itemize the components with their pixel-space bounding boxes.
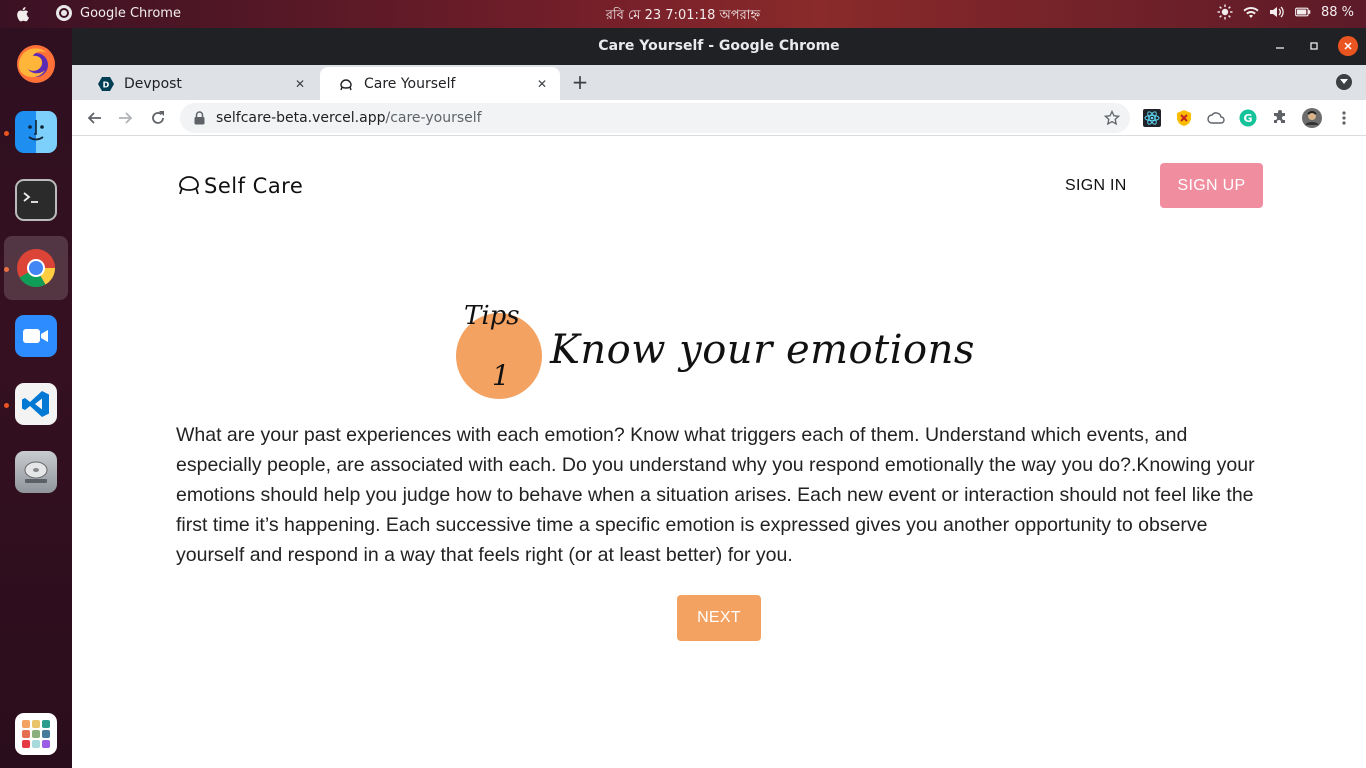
sign-in-button[interactable]: SIGN IN: [1065, 177, 1127, 195]
selfcare-icon: [176, 171, 202, 201]
back-icon[interactable]: [84, 108, 104, 128]
system-tray[interactable]: 88 %: [1217, 4, 1354, 20]
selfcare-icon: [338, 76, 354, 92]
tab-care-yourself[interactable]: Care Yourself ✕: [320, 67, 560, 100]
minimize-icon[interactable]: [1270, 36, 1290, 56]
close-tab-icon[interactable]: ✕: [292, 76, 308, 92]
react-devtools-icon[interactable]: [1142, 108, 1162, 128]
close-tab-icon[interactable]: ✕: [534, 76, 550, 92]
disk-icon: [15, 451, 57, 493]
wifi-icon: [1243, 4, 1259, 20]
grammarly-icon[interactable]: G: [1238, 108, 1258, 128]
cloud-icon[interactable]: [1206, 108, 1226, 128]
lock-icon[interactable]: [192, 111, 206, 125]
app-grid-icon: [15, 713, 57, 755]
vscode-icon: [15, 383, 57, 425]
address-bar[interactable]: selfcare-beta.vercel.app/care-yourself: [180, 103, 1130, 133]
terminal-icon: [15, 179, 57, 221]
chrome-icon: [15, 247, 57, 289]
brightness-icon: [1217, 4, 1233, 20]
page-content: Self Care SIGN IN SIGN UP Tips 1 Know yo…: [72, 136, 1366, 768]
firefox-icon: [15, 43, 57, 85]
url-host: selfcare-beta.vercel.app: [216, 110, 386, 126]
clock[interactable]: রবি মে 23 7:01:18 অপরাহ্ন: [606, 8, 760, 23]
devpost-icon: D: [98, 76, 114, 92]
site-logo-text: Self Care: [204, 174, 304, 198]
browser-window: Care Yourself - Google Chrome D Devpost …: [72, 28, 1366, 768]
avatar[interactable]: [1302, 108, 1322, 128]
volume-icon: [1269, 4, 1285, 20]
dock-app-grid[interactable]: [4, 702, 68, 766]
tip-body: What are your past experiences with each…: [176, 424, 1255, 566]
tab-label: Devpost: [124, 75, 182, 92]
reload-icon[interactable]: [148, 108, 168, 128]
tip-heading: Tips 1 Know your emotions: [452, 301, 1012, 411]
svg-text:D: D: [103, 80, 110, 89]
active-app-name: Google Chrome: [80, 5, 181, 21]
window-title-bar[interactable]: Care Yourself - Google Chrome: [72, 28, 1366, 65]
system-top-bar: Google Chrome রবি মে 23 7:01:18 অপরাহ্ন …: [0, 0, 1366, 28]
battery-icon: [1295, 4, 1311, 20]
sign-up-button[interactable]: SIGN UP: [1160, 163, 1263, 208]
maximize-icon[interactable]: [1304, 36, 1324, 56]
tab-devpost[interactable]: D Devpost ✕: [80, 67, 318, 100]
site-logo[interactable]: Self Care: [176, 171, 303, 201]
dock-disk[interactable]: [4, 440, 68, 504]
dock: [0, 28, 72, 768]
forward-icon[interactable]: [116, 108, 136, 128]
tip-badge-label: Tips: [464, 301, 520, 331]
dock-vscode[interactable]: [4, 372, 68, 436]
bookmark-star-icon[interactable]: [1103, 109, 1121, 126]
shield-extension-icon[interactable]: [1174, 108, 1194, 128]
dock-finder[interactable]: [4, 100, 68, 164]
finder-icon: [15, 111, 57, 153]
active-app-indicator[interactable]: Google Chrome: [56, 5, 181, 21]
battery-percent: 88 %: [1320, 4, 1354, 20]
dock-zoom[interactable]: [4, 304, 68, 368]
tip-number: 1: [492, 359, 510, 392]
svg-text:G: G: [1243, 112, 1252, 125]
apple-logo-icon[interactable]: [14, 5, 32, 23]
new-tab-button[interactable]: +: [570, 72, 590, 93]
chrome-icon: [56, 5, 72, 21]
dock-firefox[interactable]: [4, 32, 68, 96]
tab-search-icon[interactable]: [1336, 74, 1352, 90]
url-path: /care-yourself: [385, 110, 482, 126]
extensions-puzzle-icon[interactable]: [1270, 108, 1290, 128]
tab-label: Care Yourself: [364, 75, 456, 92]
tab-strip: D Devpost ✕ Care Yourself ✕ +: [72, 65, 1366, 100]
dock-terminal[interactable]: [4, 168, 68, 232]
close-window-icon[interactable]: [1338, 36, 1358, 56]
browser-toolbar: selfcare-beta.vercel.app/care-yourself G: [72, 100, 1366, 136]
tip-title: Know your emotions: [550, 327, 975, 373]
zoom-icon: [15, 315, 57, 357]
next-button[interactable]: NEXT: [677, 595, 761, 641]
dock-chrome[interactable]: [4, 236, 68, 300]
more-menu-icon[interactable]: [1334, 108, 1354, 128]
window-title: Care Yourself - Google Chrome: [598, 38, 840, 54]
